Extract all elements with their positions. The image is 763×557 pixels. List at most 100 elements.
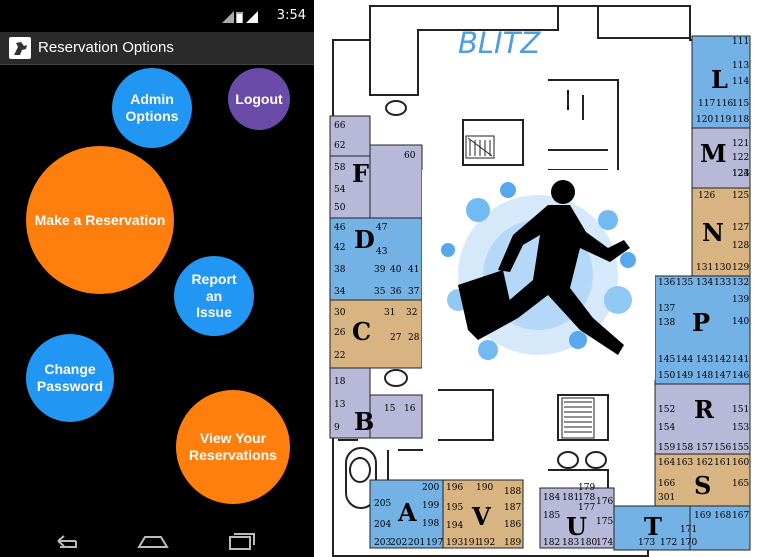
room-number-194: 194 [446,521,463,531]
room-number-158: 158 [676,443,693,453]
room-number-16: 16 [404,404,416,414]
zone-label-N: N [702,218,724,247]
room-number-161: 161 [714,458,731,468]
room-number-149: 149 [676,371,693,381]
room-number-178: 178 [578,493,595,503]
room-number-165: 165 [732,479,749,489]
room-number-148: 148 [696,371,713,381]
room-number-113: 113 [732,61,749,71]
room-number-150: 150 [658,371,675,381]
room-number-186: 186 [504,520,521,530]
room-number-41: 41 [408,265,419,275]
room-number-180: 180 [580,538,597,548]
room-number-60: 60 [404,151,416,161]
room-number-181: 181 [562,493,579,503]
room-number-193: 193 [446,538,463,548]
back-icon[interactable] [52,531,80,555]
room-number-115: 115 [732,99,749,109]
zone-label-M: M [700,139,727,168]
room-number-121: 121 [732,139,749,149]
view-reservations-button[interactable]: View Your Reservations [176,390,290,504]
room-number-171: 171 [680,525,697,535]
make-reservation-button[interactable]: Make a Reservation [26,146,174,294]
zone-label-P: P [692,308,710,337]
room-number-202: 202 [390,538,407,548]
room-number-43: 43 [376,247,388,257]
room-number-141: 141 [732,355,749,365]
room-number-175: 175 [596,517,613,527]
room-number-27: 27 [390,333,402,343]
app-icon [9,37,31,59]
room-number-187: 187 [504,503,521,513]
room-number-54: 54 [334,185,346,195]
room-number-159: 159 [658,443,675,453]
room-number-135: 135 [676,278,693,288]
room-number-132: 132 [732,278,749,288]
room-number-168: 168 [714,511,731,521]
room-number-50: 50 [334,203,346,213]
room-number-46: 46 [334,223,346,233]
room-number-137: 137 [658,304,675,314]
room-number-153: 153 [732,423,749,433]
room-number-36: 36 [390,287,402,297]
room-number-196: 196 [446,483,463,493]
room-number-138: 138 [658,318,675,328]
room-number-164: 164 [658,458,675,468]
room-number-130: 130 [714,263,731,273]
make-reservation-label: Make a Reservation [34,211,166,228]
report-issue-button[interactable]: Report an Issue [174,256,254,336]
room-number-174: 174 [596,538,613,548]
room-number-131: 131 [696,263,713,273]
room-number-142: 142 [714,355,731,365]
navigation-bar [0,527,314,557]
room-number-203: 203 [374,538,391,548]
room-number-182: 182 [543,538,560,548]
room-number-32: 32 [406,308,417,318]
room-number-179: 179 [578,483,595,493]
room-number-117: 117 [698,99,715,109]
room-number-167: 167 [732,511,749,521]
room-number-200: 200 [422,483,439,493]
room-number-183: 183 [562,538,579,548]
room-number-144: 144 [676,355,693,365]
room-number-205: 205 [374,499,391,509]
room-number-146: 146 [732,371,749,381]
logout-button[interactable]: Logout [228,68,290,130]
admin-options-button[interactable]: Admin Options [112,68,192,148]
room-number-151: 151 [732,405,749,415]
room-number-198: 198 [422,519,439,529]
room-number-66: 66 [334,121,346,131]
status-clock: 3:54 [276,8,306,23]
admin-options-label: Admin Options [125,91,179,124]
room-number-192: 192 [478,538,495,548]
room-number-120: 120 [696,115,713,125]
room-number-140: 140 [732,317,749,327]
zone-label-A: A [397,498,417,527]
room-number-201: 201 [408,538,425,548]
room-number-197: 197 [426,538,443,548]
home-icon[interactable] [137,531,169,555]
zone-label-T: T [644,512,662,541]
room-number-118: 118 [732,115,749,125]
room-number-139: 139 [732,295,749,305]
room-number-195: 195 [446,503,463,513]
room-number-199: 199 [422,501,439,511]
room-number-172: 172 [660,538,677,548]
zone-label-V: V [471,502,491,531]
room-number-127: 127 [732,223,749,233]
room-number-116: 116 [716,99,733,109]
recents-icon[interactable] [226,531,256,555]
room-number-58: 58 [334,163,346,173]
change-password-button[interactable]: Change Password [26,334,114,422]
zone-label-S: S [694,471,711,500]
floor-map: L M N P R S T U V A B C D F 111 113 114 11… [318,0,763,557]
room-number-30: 30 [334,308,346,318]
room-number-31: 31 [384,308,395,318]
zone-label-C: C [352,317,371,346]
room-number-147: 147 [714,371,731,381]
room-number-125: 125 [732,191,749,201]
room-number-301: 301 [658,493,675,503]
zone-label-F: F [352,159,369,188]
room-number-129: 129 [732,263,749,273]
room-number-143: 143 [696,355,713,365]
